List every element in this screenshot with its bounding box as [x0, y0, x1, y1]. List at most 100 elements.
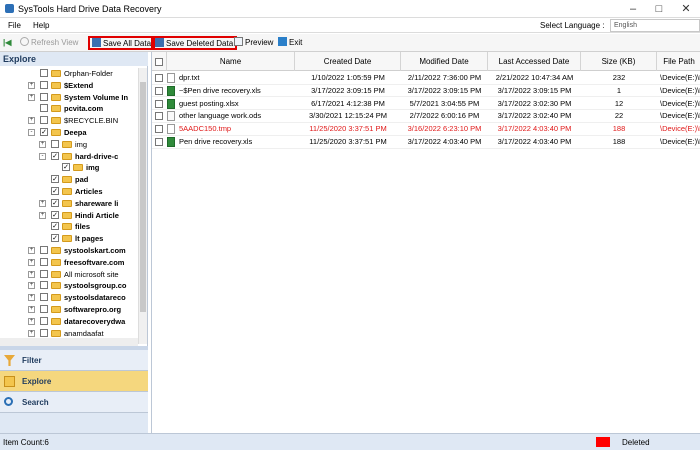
tree-item-checkbox[interactable] [40, 104, 48, 113]
column-header-name[interactable]: Name [167, 52, 295, 71]
tree-item[interactable]: + $RECYCLE.BIN [0, 115, 138, 127]
search-nav-button[interactable]: Search [0, 392, 148, 413]
collapse-icon[interactable]: - [39, 152, 46, 160]
expand-icon[interactable]: + [28, 306, 35, 313]
column-header-accessed[interactable]: Last Accessed Date [488, 52, 581, 71]
row-checkbox[interactable] [155, 125, 163, 134]
scrollbar-thumb[interactable] [140, 82, 146, 312]
expand-icon[interactable]: + [28, 282, 35, 290]
tree-item-checkbox[interactable]: ✓ [51, 198, 59, 207]
tree-item[interactable]: + softwarepro.org [0, 304, 138, 316]
tree-item[interactable]: pcvita.com [0, 103, 138, 115]
row-checkbox[interactable] [155, 138, 163, 146]
tree-item[interactable]: ✓ files [0, 221, 138, 233]
tree-item[interactable]: + systoolskart.com [0, 245, 138, 257]
tree-item-checkbox[interactable]: ✓ [51, 187, 59, 195]
tree-item[interactable]: + $Extend [0, 80, 138, 92]
collapse-icon[interactable]: - [28, 129, 35, 136]
language-select[interactable]: English [610, 19, 700, 32]
tree-item[interactable]: Orphan-Folder [0, 68, 138, 80]
row-checkbox[interactable] [155, 99, 163, 108]
tree-item-checkbox[interactable] [40, 281, 48, 290]
expand-icon[interactable]: + [28, 317, 35, 325]
tree-item[interactable]: ✓ img [0, 162, 138, 174]
tree-item[interactable]: ✓ pad [0, 174, 138, 186]
tree-item-checkbox[interactable]: ✓ [51, 210, 59, 219]
table-row[interactable]: 5AADC150.tmp 11/25/2020 3:37:51 PM 3/16/20… [152, 123, 700, 136]
tree-item[interactable]: + System Volume In [0, 92, 138, 104]
tree-item-checkbox[interactable] [40, 246, 48, 254]
tree-item[interactable]: - ✓ hard-drive-c [0, 151, 138, 163]
table-row[interactable]: other language work.ods 3/30/2021 12:15:2… [152, 110, 700, 123]
save-deleted-data-button[interactable]: Save Deleted Data [151, 36, 238, 50]
header-select-all[interactable] [152, 52, 167, 71]
first-page-icon[interactable]: |◀ [3, 36, 11, 50]
expand-icon[interactable]: + [28, 247, 35, 254]
tree-item[interactable]: ✓ Articles [0, 186, 138, 198]
tree-item-checkbox[interactable] [40, 80, 48, 89]
tree-item-checkbox[interactable]: ✓ [62, 163, 70, 172]
select-all-checkbox[interactable] [155, 57, 163, 66]
column-header-created[interactable]: Created Date [295, 52, 401, 71]
tree-item-checkbox[interactable]: ✓ [40, 128, 48, 136]
tree-item[interactable]: + All microsoft site [0, 269, 138, 281]
expand-icon[interactable]: + [28, 329, 35, 337]
tree-item[interactable]: ✓ lt pages [0, 233, 138, 245]
tree-item-checkbox[interactable] [40, 316, 48, 325]
tree-item-checkbox[interactable]: ✓ [51, 222, 59, 231]
explore-nav-button[interactable]: Explore [0, 371, 148, 392]
table-row[interactable]: dpr.txt 1/10/2022 1:05:59 PM 2/11/2022 7:3… [152, 72, 700, 85]
maximize-icon[interactable]: □ [646, 0, 672, 18]
menu-file[interactable]: File [8, 21, 21, 30]
filter-nav-button[interactable]: Filter [0, 350, 148, 371]
expand-icon[interactable]: + [28, 81, 35, 89]
refresh-view-button[interactable]: Refresh View [20, 36, 78, 50]
tree-item[interactable]: + systoolsdatareco [0, 292, 138, 304]
column-header-size[interactable]: Size (KB) [581, 52, 657, 71]
table-row[interactable]: ~$Pen drive recovery.xls 3/17/2022 3:09:1… [152, 85, 700, 98]
row-checkbox[interactable] [155, 74, 163, 82]
tree-horizontal-scrollbar[interactable] [0, 338, 138, 346]
save-all-data-button[interactable]: Save All Data [88, 36, 156, 50]
column-header-path[interactable]: File Path [657, 52, 700, 71]
tree-item-checkbox[interactable] [40, 116, 48, 125]
expand-icon[interactable]: + [39, 140, 46, 148]
tree-item-checkbox[interactable] [51, 139, 59, 148]
tree-item[interactable]: + ✓ Hindi Article [0, 210, 138, 222]
tree-item[interactable]: - ✓ Deepa [0, 127, 138, 139]
tree-item-checkbox[interactable]: ✓ [51, 151, 59, 160]
tree-item-checkbox[interactable] [40, 257, 48, 266]
exit-button[interactable]: Exit [278, 36, 302, 50]
expand-icon[interactable]: + [28, 294, 35, 302]
tree-item-checkbox[interactable] [40, 269, 48, 278]
tree-item[interactable]: + img [0, 139, 138, 151]
tree-item[interactable]: + freesoftvare.com [0, 257, 138, 269]
expand-icon[interactable]: + [39, 211, 46, 219]
expand-icon[interactable]: + [28, 258, 35, 266]
tree-item-label: datarecoverydwa [64, 316, 126, 326]
expand-icon[interactable]: + [28, 93, 35, 101]
column-header-modified[interactable]: Modified Date [401, 52, 488, 71]
row-checkbox[interactable] [155, 112, 163, 121]
menu-help[interactable]: Help [33, 21, 49, 30]
table-row[interactable]: Pen drive recovery.xls 11/25/2020 3:37:51… [152, 136, 700, 149]
tree-item[interactable]: + datarecoverydwa [0, 316, 138, 328]
tree-item-checkbox[interactable] [40, 293, 48, 302]
tree-item-checkbox[interactable] [40, 92, 48, 101]
minimize-icon[interactable]: – [620, 0, 646, 18]
expand-icon[interactable]: + [28, 270, 35, 278]
tree-item-checkbox[interactable] [40, 328, 48, 337]
tree-scrollbar[interactable] [138, 68, 147, 344]
table-row[interactable]: guest posting.xlsx 6/17/2021 4:12:38 PM 5/… [152, 98, 700, 111]
row-checkbox[interactable] [155, 86, 163, 95]
tree-item[interactable]: + systoolsgroup.co [0, 280, 138, 292]
close-icon[interactable]: ✕ [673, 0, 699, 18]
expand-icon[interactable]: + [28, 117, 35, 125]
tree-item-checkbox[interactable] [40, 305, 48, 313]
expand-icon[interactable]: + [39, 199, 46, 207]
tree-item[interactable]: + ✓ shareware li [0, 198, 138, 210]
tree-item-checkbox[interactable] [40, 69, 48, 77]
preview-button[interactable]: Preview [234, 36, 273, 50]
tree-item-checkbox[interactable]: ✓ [51, 234, 59, 243]
tree-item-checkbox[interactable]: ✓ [51, 175, 59, 184]
